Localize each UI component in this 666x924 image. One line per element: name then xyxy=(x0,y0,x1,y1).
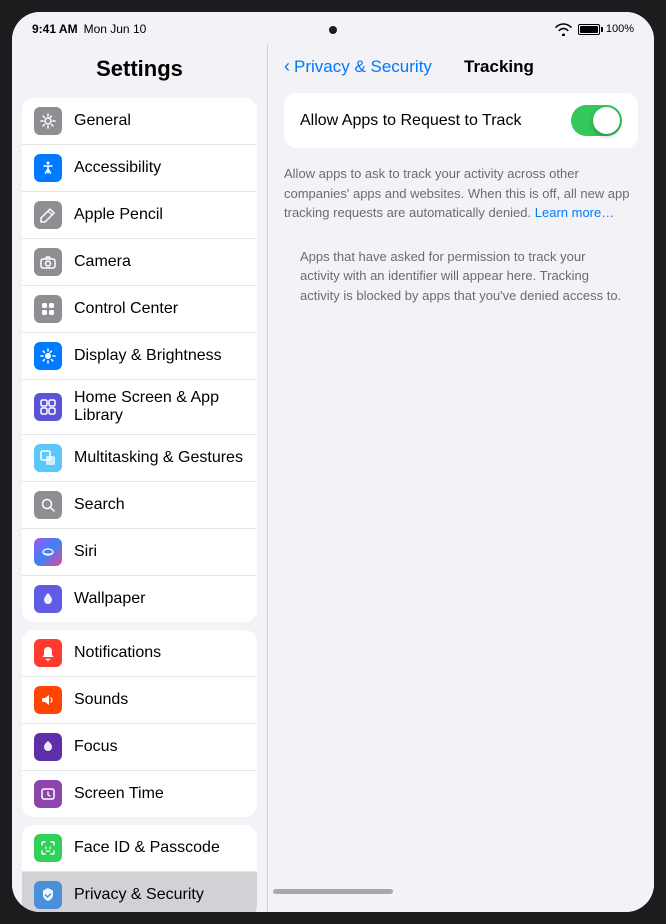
sidebar-item-apple-pencil[interactable]: Apple Pencil xyxy=(22,192,257,239)
sidebar-item-accessibility[interactable]: Accessibility xyxy=(22,145,257,192)
status-icons: 100% xyxy=(555,23,634,36)
detail-panel: ‹ Privacy & Security Tracking Allow Apps… xyxy=(268,44,654,912)
toggle-knob xyxy=(593,107,620,134)
battery-text: 100% xyxy=(606,23,634,35)
screen: 9:41 AM Mon Jun 10 100% xyxy=(12,12,654,912)
general-icon xyxy=(34,107,62,135)
search-label: Search xyxy=(74,496,245,514)
display-brightness-label: Display & Brightness xyxy=(74,347,245,365)
battery-indicator: 100% xyxy=(578,23,634,35)
privacy-security-icon xyxy=(34,881,62,909)
toggle-label: Allow Apps to Request to Track xyxy=(300,112,571,130)
wifi-icon xyxy=(555,23,572,36)
apple-pencil-label: Apple Pencil xyxy=(74,206,245,224)
sidebar-item-multitasking[interactable]: Multitasking & Gestures xyxy=(22,435,257,482)
back-button[interactable]: ‹ Privacy & Security xyxy=(284,56,432,77)
apple-pencil-icon xyxy=(34,201,62,229)
sidebar-item-control-center[interactable]: Control Center xyxy=(22,286,257,333)
sidebar-item-sounds[interactable]: Sounds xyxy=(22,677,257,724)
control-center-icon xyxy=(34,295,62,323)
display-brightness-icon xyxy=(34,342,62,370)
sidebar-item-search[interactable]: Search xyxy=(22,482,257,529)
screen-time-label: Screen Time xyxy=(74,785,245,803)
wallpaper-label: Wallpaper xyxy=(74,590,245,608)
detail-description-1: Allow apps to ask to track your activity… xyxy=(268,156,654,239)
notifications-icon xyxy=(34,639,62,667)
home-indicator xyxy=(273,889,393,894)
back-label[interactable]: Privacy & Security xyxy=(294,57,432,77)
face-id-label: Face ID & Passcode xyxy=(74,839,245,857)
screen-time-icon xyxy=(34,780,62,808)
sidebar-item-siri[interactable]: Siri xyxy=(22,529,257,576)
home-screen-label: Home Screen & App Library xyxy=(74,389,245,425)
multitasking-icon xyxy=(34,444,62,472)
sidebar-item-display-brightness[interactable]: Display & Brightness xyxy=(22,333,257,380)
sidebar-item-general[interactable]: General xyxy=(22,98,257,145)
device-frame: 9:41 AM Mon Jun 10 100% xyxy=(0,0,666,924)
status-date: Mon Jun 10 xyxy=(84,22,147,36)
detail-description-2: Apps that have asked for permission to t… xyxy=(284,239,638,322)
sidebar-group-1: General Accessibility Apple Pencil xyxy=(22,98,257,622)
siri-label: Siri xyxy=(74,543,245,561)
focus-label: Focus xyxy=(74,738,245,756)
sidebar-item-camera[interactable]: Camera xyxy=(22,239,257,286)
sidebar[interactable]: Settings General Accessibility xyxy=(12,44,268,912)
search-icon xyxy=(34,491,62,519)
notifications-label: Notifications xyxy=(74,644,245,662)
accessibility-label: Accessibility xyxy=(74,159,245,177)
siri-icon xyxy=(34,538,62,566)
allow-tracking-toggle[interactable] xyxy=(571,105,622,136)
detail-title: Tracking xyxy=(440,57,558,77)
sounds-label: Sounds xyxy=(74,691,245,709)
sidebar-item-privacy-security[interactable]: Privacy & Security xyxy=(22,872,257,912)
sidebar-item-notifications[interactable]: Notifications xyxy=(22,630,257,677)
learn-more-link[interactable]: Learn more… xyxy=(535,205,614,220)
sidebar-group-2: Notifications Sounds Focus xyxy=(22,630,257,817)
toggle-row: Allow Apps to Request to Track xyxy=(284,93,638,148)
home-screen-icon xyxy=(34,393,62,421)
sidebar-group-3: Face ID & Passcode Privacy & Security xyxy=(22,825,257,912)
wallpaper-icon xyxy=(34,585,62,613)
sidebar-item-face-id[interactable]: Face ID & Passcode xyxy=(22,825,257,872)
general-label: General xyxy=(74,112,245,130)
main-content: Settings General Accessibility xyxy=(12,44,654,912)
camera-dot xyxy=(329,26,337,34)
detail-nav: ‹ Privacy & Security Tracking xyxy=(268,44,654,85)
status-bar: 9:41 AM Mon Jun 10 100% xyxy=(12,12,654,44)
detail-section-2: Apps that have asked for permission to t… xyxy=(284,239,638,322)
sidebar-title: Settings xyxy=(12,44,267,90)
detail-section-toggle: Allow Apps to Request to Track xyxy=(284,93,638,148)
sounds-icon xyxy=(34,686,62,714)
camera-icon xyxy=(34,248,62,276)
face-id-icon xyxy=(34,834,62,862)
sidebar-item-screen-time[interactable]: Screen Time xyxy=(22,771,257,817)
sidebar-item-home-screen[interactable]: Home Screen & App Library xyxy=(22,380,257,435)
control-center-label: Control Center xyxy=(74,300,245,318)
camera-label: Camera xyxy=(74,253,245,271)
multitasking-label: Multitasking & Gestures xyxy=(74,449,245,467)
sidebar-item-focus[interactable]: Focus xyxy=(22,724,257,771)
accessibility-icon xyxy=(34,154,62,182)
sidebar-item-wallpaper[interactable]: Wallpaper xyxy=(22,576,257,622)
focus-icon xyxy=(34,733,62,761)
status-time: 9:41 AM xyxy=(32,22,78,36)
privacy-security-label: Privacy & Security xyxy=(74,886,245,904)
back-chevron-icon: ‹ xyxy=(284,56,290,77)
